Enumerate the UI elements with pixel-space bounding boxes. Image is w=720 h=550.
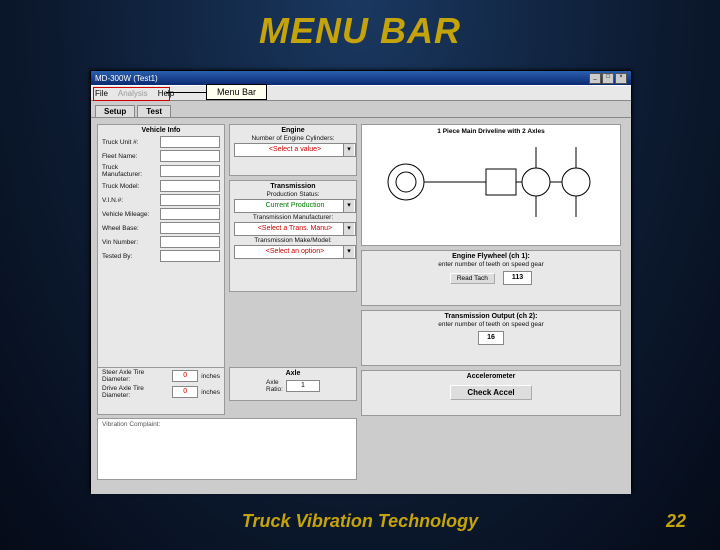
panel-accel: Accelerometer Check Accel [361, 370, 621, 416]
inp-model[interactable] [160, 180, 220, 192]
tout-title: Transmission Output (ch 2): [362, 311, 620, 321]
lbl-manufacturer: Truck Manufacturer: [102, 164, 157, 178]
inp-vin[interactable] [160, 194, 220, 206]
lbl-drive-dia: Drive Axle Tire Diameter: [102, 385, 169, 399]
lbl-vin-number: Vin Number: [102, 239, 157, 246]
lbl-steer-dia: Steer Axle Tire Diameter: [102, 369, 169, 383]
application-window: MD-300W (Test1) _ □ × File Analysis Help… [90, 70, 632, 492]
sel-prod[interactable]: Current Production [234, 199, 356, 213]
unit-steer: inches [201, 373, 220, 380]
lbl-truck-unit: Truck Unit #: [102, 139, 157, 146]
inp-wheelbase[interactable] [160, 222, 220, 234]
val-ratio[interactable]: 1 [286, 380, 320, 392]
btn-read-tach[interactable]: Read Tach [450, 273, 495, 284]
inp-tested-by[interactable] [160, 250, 220, 262]
driveline-diagram-icon [376, 137, 606, 227]
panel-complaint[interactable]: Vibration Complaint: [97, 418, 357, 480]
footer-text: Truck Vibration Technology [0, 511, 720, 532]
panel-trans-output: Transmission Output (ch 2): enter number… [361, 310, 621, 366]
sel-tmake[interactable]: <Select an option> [234, 245, 356, 259]
diagram-title: 1 Piece Main Driveline with 2 Axles [362, 125, 620, 135]
menu-help[interactable]: Help [158, 89, 174, 98]
sel-tmanu[interactable]: <Select a Trans. Manu> [234, 222, 356, 236]
flywheel-title: Engine Flywheel (ch 1): [362, 251, 620, 261]
complaint-label: Vibration Complaint: [98, 419, 356, 430]
val-steer-dia[interactable]: 0 [172, 370, 198, 382]
lbl-prod: Production Status: [230, 191, 356, 198]
inp-truck-unit[interactable] [160, 136, 220, 148]
page-number: 22 [666, 511, 686, 532]
unit-drive: inches [201, 389, 220, 396]
window-controls: _ □ × [589, 73, 627, 84]
tout-hint: enter number of teeth on speed gear [362, 321, 620, 328]
vehicle-title: Vehicle Info [98, 125, 224, 135]
tab-setup[interactable]: Setup [95, 105, 135, 117]
titlebar[interactable]: MD-300W (Test1) _ □ × [91, 71, 631, 85]
lbl-tmake: Transmission Make/Model: [230, 237, 356, 244]
panel-transmission: Transmission Production Status: Current … [229, 180, 357, 292]
lbl-cyl: Number of Engine Cylinders: [230, 135, 356, 142]
callout-leader-line [166, 92, 208, 93]
maximize-icon[interactable]: □ [602, 73, 614, 84]
panel-flywheel: Engine Flywheel (ch 1): enter number of … [361, 250, 621, 306]
tab-test[interactable]: Test [137, 105, 171, 117]
engine-title: Engine [230, 125, 356, 135]
lbl-mileage: Vehicle Mileage: [102, 211, 157, 218]
lbl-tested-by: Tested By: [102, 253, 157, 260]
btn-check-accel[interactable]: Check Accel [450, 385, 531, 400]
accel-title: Accelerometer [362, 371, 620, 381]
panel-vehicle-info: Vehicle Info Truck Unit #: Fleet Name: T… [97, 124, 225, 386]
tabbar: Setup Test [91, 101, 631, 118]
inp-manufacturer[interactable] [160, 165, 220, 177]
lbl-fleet-name: Fleet Name: [102, 153, 157, 160]
panel-engine: Engine Number of Engine Cylinders: <Sele… [229, 124, 357, 176]
callout-label: Menu Bar [206, 84, 267, 100]
panel-tires: Steer Axle Tire Diameter: 0 inches Drive… [97, 367, 225, 415]
trans-title: Transmission [230, 181, 356, 191]
val-tout-teeth[interactable]: 16 [478, 331, 504, 345]
axle-title: Axle [230, 368, 356, 378]
panel-diagram: 1 Piece Main Driveline with 2 Axles [361, 124, 621, 246]
menubar: File Analysis Help Menu Bar [91, 85, 631, 101]
lbl-tmanu: Transmission Manufacturer: [230, 214, 356, 221]
menu-analysis[interactable]: Analysis [118, 89, 148, 98]
inp-mileage[interactable] [160, 208, 220, 220]
flywheel-hint: enter number of teeth on speed gear [362, 261, 620, 268]
lbl-vin: V.I.N.#: [102, 197, 157, 204]
sel-cyl[interactable]: <Select a value> [234, 143, 356, 157]
inp-vin-number[interactable] [160, 236, 220, 248]
slide-title: MENU BAR [0, 10, 720, 52]
menu-file[interactable]: File [95, 89, 108, 98]
panel-axle: Axle Axle Ratio: 1 [229, 367, 357, 401]
work-area: Vehicle Info Truck Unit #: Fleet Name: T… [91, 118, 631, 494]
inp-fleet-name[interactable] [160, 150, 220, 162]
lbl-model: Truck Model: [102, 183, 157, 190]
window-title: MD-300W (Test1) [95, 74, 158, 83]
lbl-wheelbase: Wheel Base: [102, 225, 157, 232]
val-drive-dia[interactable]: 0 [172, 386, 198, 398]
val-flywheel-teeth[interactable]: 113 [503, 271, 532, 285]
close-icon[interactable]: × [615, 73, 627, 84]
lbl-ratio: Axle Ratio: [266, 379, 283, 393]
minimize-icon[interactable]: _ [589, 73, 601, 84]
